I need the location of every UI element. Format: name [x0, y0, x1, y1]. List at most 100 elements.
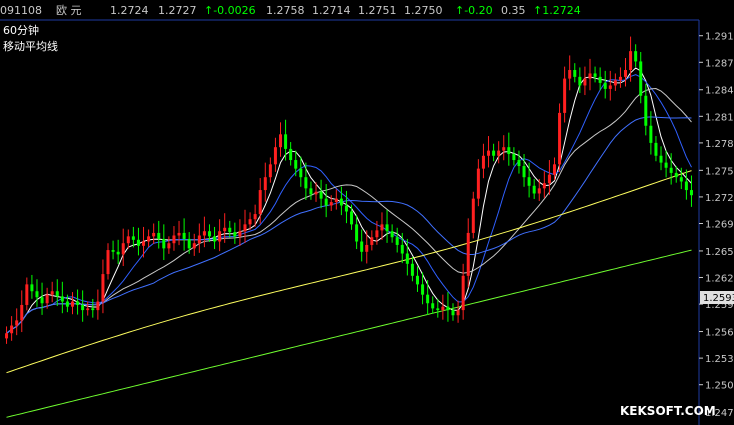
- candle-up: [537, 188, 541, 194]
- y-tick-label: 1.2691: [705, 220, 734, 231]
- candle-down: [304, 177, 308, 189]
- header-high: 1.2714: [312, 4, 351, 17]
- header-change2: ↑-0.20: [455, 4, 493, 17]
- header-last: ↑1.2724: [533, 4, 581, 17]
- candle-down: [40, 297, 44, 304]
- candle-down: [162, 238, 166, 249]
- candle-up: [10, 325, 14, 334]
- candle-up: [314, 191, 318, 195]
- candle-up: [624, 70, 628, 77]
- candle-down: [233, 232, 237, 237]
- candle-down: [55, 291, 59, 297]
- chart-background: [0, 0, 734, 425]
- header-pct: 0.35: [501, 4, 526, 17]
- candle-up: [142, 241, 146, 246]
- chart-svg: 091108 欧 元 1.2724 1.2727 ↑-0.0026 1.2758…: [0, 0, 734, 425]
- candle-down: [431, 303, 435, 309]
- candle-down: [512, 154, 516, 161]
- candle-up: [365, 244, 369, 252]
- candle-up: [263, 177, 267, 191]
- watermark-text: KEKSOFT.COM: [620, 404, 716, 418]
- candle-up: [471, 198, 475, 233]
- candle-up: [106, 250, 110, 275]
- header-open: 1.2758: [266, 4, 305, 17]
- candle-up: [167, 243, 171, 249]
- candle-up: [177, 232, 181, 236]
- candle-up: [273, 147, 277, 165]
- candle-down: [654, 142, 658, 156]
- candle-down: [355, 224, 359, 242]
- header-name: 欧 元: [56, 4, 82, 17]
- header-low: 1.2751: [358, 4, 397, 17]
- y-tick-label: 1.2879: [705, 58, 734, 69]
- candle-up: [25, 284, 29, 305]
- chart-root: 091108 欧 元 1.2724 1.2727 ↑-0.0026 1.2758…: [0, 0, 734, 425]
- candle-down: [299, 168, 303, 178]
- header-close: 1.2750: [404, 4, 443, 17]
- y-tick-label: 1.2910: [705, 32, 734, 43]
- candle-up: [542, 183, 546, 189]
- candle-down: [344, 205, 348, 212]
- candle-down: [400, 244, 404, 254]
- candle-down: [659, 155, 663, 163]
- candle-up: [279, 134, 283, 148]
- y-tick-label: 1.2722: [705, 193, 734, 204]
- candle-down: [517, 160, 521, 167]
- candle-down: [410, 263, 414, 276]
- candle-down: [649, 125, 653, 143]
- candle-down: [436, 308, 440, 311]
- candle-down: [598, 76, 602, 83]
- candle-up: [461, 275, 465, 311]
- candle-down: [573, 70, 577, 77]
- y-tick-label: 1.2534: [705, 354, 734, 365]
- candle-down: [207, 231, 211, 237]
- candle-up: [456, 310, 460, 316]
- candle-down: [405, 253, 409, 264]
- candle-up: [86, 308, 90, 311]
- candle-down: [664, 162, 668, 168]
- y-tick-label: 1.2503: [705, 381, 734, 392]
- y-tick-label: 1.2785: [705, 139, 734, 150]
- candle-down: [644, 95, 648, 126]
- period-label: 60分钟: [3, 23, 39, 37]
- candle-up: [588, 73, 592, 79]
- candle-down: [360, 241, 364, 252]
- candle-down: [289, 148, 293, 161]
- price-tag-text: 1.2593: [703, 293, 734, 304]
- candle-down: [415, 275, 419, 285]
- candle-down: [65, 301, 69, 307]
- candle-up: [558, 112, 562, 165]
- candle-up: [375, 230, 379, 238]
- candle-up: [192, 243, 196, 249]
- candle-down: [522, 166, 526, 178]
- candle-down: [228, 227, 232, 233]
- current-price-tag: 1.2593: [700, 291, 734, 304]
- candle-up: [608, 85, 612, 89]
- candle-up: [15, 320, 19, 326]
- candle-down: [507, 147, 511, 155]
- y-tick-label: 1.2659: [705, 247, 734, 258]
- candle-down: [639, 61, 643, 96]
- candle-down: [30, 284, 34, 292]
- y-tick-label: 1.2847: [705, 86, 734, 97]
- candle-down: [421, 284, 425, 295]
- candle-down: [157, 232, 161, 239]
- candle-down: [390, 231, 394, 238]
- candle-up: [481, 155, 485, 169]
- candle-down: [634, 51, 638, 62]
- candle-up: [441, 306, 445, 311]
- candle-up: [5, 333, 9, 339]
- y-axis: 1.2910 1.2879 1.2847 1.2816 1.2785 1.2753 1.27…: [699, 32, 734, 419]
- candle-down: [111, 250, 115, 252]
- candle-up: [96, 301, 100, 311]
- candle-down: [91, 308, 95, 311]
- candle-down: [136, 239, 140, 246]
- y-tick-label: 1.2816: [705, 112, 734, 123]
- candle-up: [121, 243, 125, 255]
- candle-up: [258, 190, 262, 215]
- candle-up: [334, 198, 338, 203]
- candle-up: [147, 236, 151, 242]
- candle-up: [613, 80, 617, 86]
- candle-up: [70, 301, 74, 307]
- candle-down: [385, 224, 389, 232]
